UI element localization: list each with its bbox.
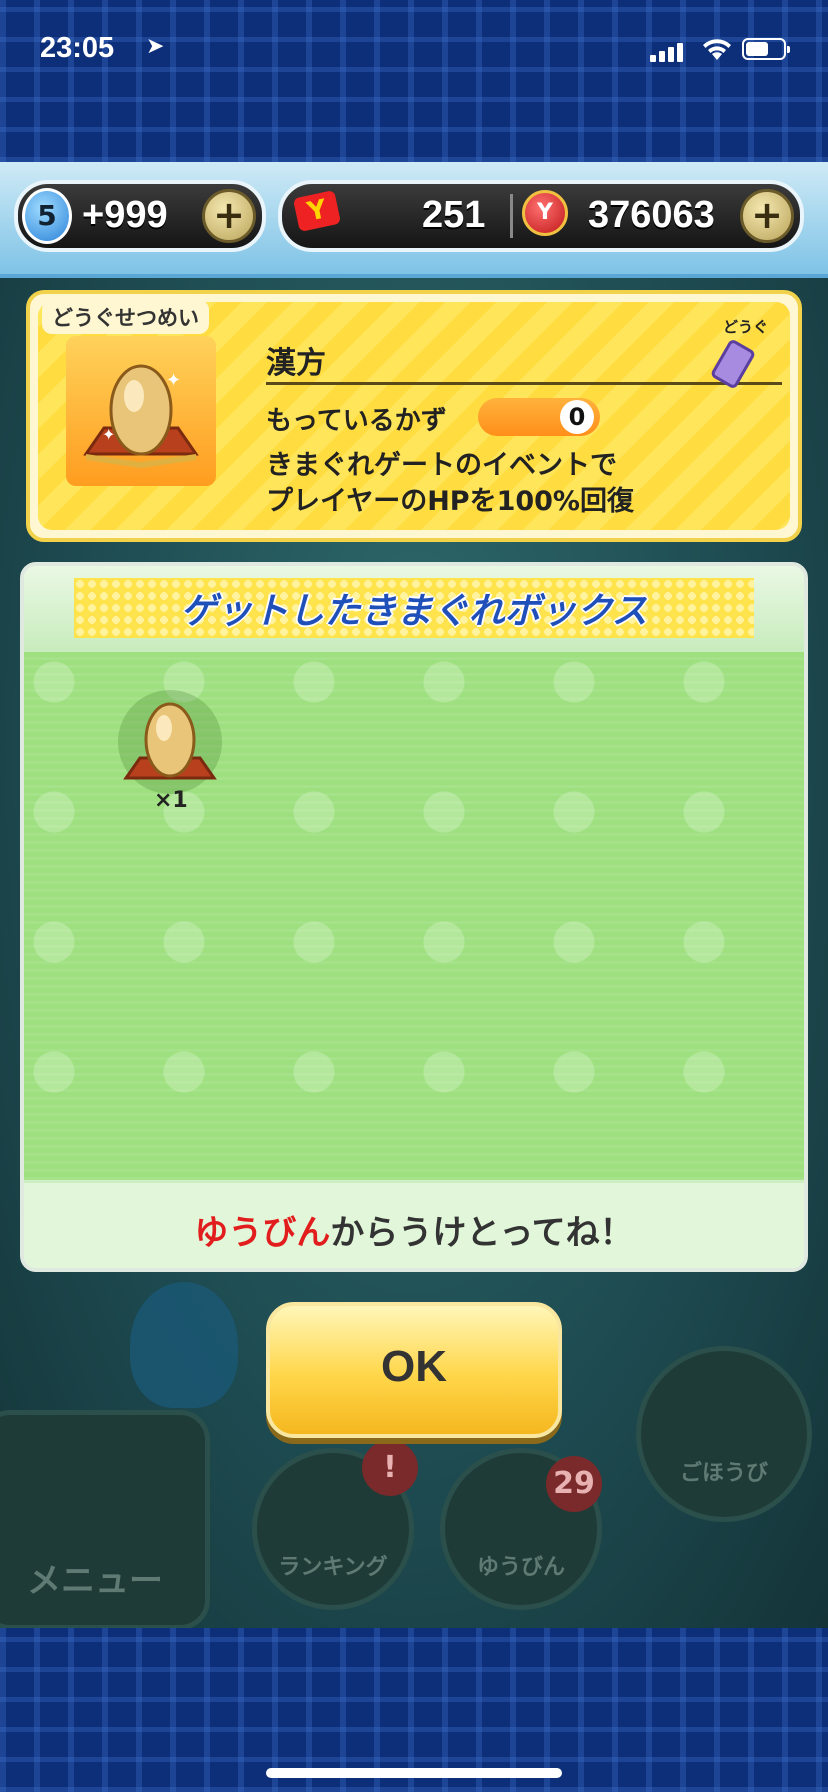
gate-box-message: ゆうびんからうけとってね！ <box>24 1205 804 1254</box>
item-name: 漢方 <box>266 346 326 381</box>
home-indicator[interactable] <box>266 1768 562 1778</box>
item-description-tab: どうぐせつめい <box>42 300 209 334</box>
gate-box-title: ゲットしたきまぐれボックス <box>180 591 648 632</box>
stamina-pill: 5 +999 + <box>14 180 266 252</box>
status-bar: 23:05 ➤ <box>0 30 828 74</box>
gate-box-item-slot[interactable] <box>110 682 230 802</box>
item-description-line1: きまぐれゲートのイベントで <box>266 450 617 481</box>
menu-button-bg: メニュー <box>0 1410 210 1630</box>
reward-button-bg: ごほうび <box>636 1346 812 1522</box>
svg-text:✦: ✦ <box>102 425 115 444</box>
flame-decoration <box>130 1282 238 1408</box>
item-image-frame: ✦ ✦ <box>66 336 216 486</box>
currency-divider <box>510 194 513 238</box>
ticket-count: 251 <box>422 194 486 236</box>
ticket-icon: Y <box>292 190 342 232</box>
money-icon: Y <box>522 190 568 236</box>
item-name-underline <box>266 382 782 385</box>
gate-box-panel: ゲットしたきまぐれボックス ×1 ゆうびんからうけとってね！ <box>20 562 808 1272</box>
stamina-plus-button[interactable]: + <box>202 189 256 243</box>
ranking-label: ランキング <box>278 1555 388 1580</box>
mail-message-rest: からうけとってね！ <box>330 1213 634 1253</box>
svg-text:✦: ✦ <box>166 370 181 391</box>
kampo-item-icon <box>118 690 222 794</box>
item-description-card: ✦ ✦ どうぐせつめい 漢方 どうぐ もっているかず 0 きまぐれゲートのイベン… <box>26 290 802 542</box>
ok-button-label: OK <box>381 1342 447 1391</box>
kampo-item-icon: ✦ ✦ <box>83 364 199 468</box>
gate-box-footer: ゆうびんからうけとってね！ <box>24 1180 804 1268</box>
gate-box-item-qty: ×1 <box>154 788 188 813</box>
item-description: きまぐれゲートのイベントで プレイヤーのHPを100%回復 <box>266 448 786 520</box>
status-time: 23:05 <box>40 32 115 64</box>
item-count-value: 0 <box>560 400 594 434</box>
mail-highlight: ゆうびん <box>194 1213 331 1253</box>
item-count-pill: 0 <box>478 398 600 436</box>
tool-ticket-icon <box>711 340 755 388</box>
top-pattern-band <box>0 0 828 162</box>
gate-box-item-grid: ×1 <box>24 652 804 1180</box>
item-count-label: もっているかず <box>266 406 447 436</box>
item-description-inner: ✦ ✦ どうぐせつめい 漢方 どうぐ もっているかず 0 きまぐれゲートのイベン… <box>38 300 790 530</box>
currency-pill: Y 251 Y 376063 + <box>278 180 804 252</box>
money-plus-button[interactable]: + <box>740 189 794 243</box>
currency-header: 5 +999 + Y 251 Y 376063 + <box>0 162 828 278</box>
reward-label: ごほうび <box>679 1461 768 1486</box>
stamina-value: +999 <box>82 194 168 236</box>
stamina-level-icon: 5 <box>22 188 72 244</box>
ok-button[interactable]: OK <box>266 1302 562 1438</box>
location-arrow-icon: ➤ <box>146 34 165 59</box>
gate-box-header: ゲットしたきまぐれボックス <box>24 566 804 652</box>
wifi-icon <box>703 39 731 60</box>
money-value: 376063 <box>588 194 715 236</box>
cellular-signal-icon <box>650 40 684 62</box>
item-description-line2: プレイヤーのHPを100%回復 <box>266 486 634 517</box>
mail-label: ゆうびん <box>476 1555 565 1580</box>
battery-icon <box>742 38 790 60</box>
menu-label: メニュー <box>27 1561 163 1601</box>
ranking-badge: ! <box>362 1440 418 1496</box>
mail-badge: 29 <box>546 1456 602 1512</box>
